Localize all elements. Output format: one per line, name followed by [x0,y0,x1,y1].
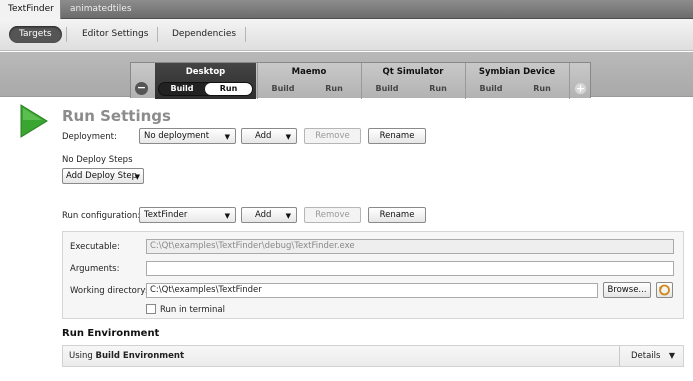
remove-target-icon[interactable]: − [135,82,148,95]
target-name: Symbian Device [478,67,556,77]
add-target-icon[interactable]: + [574,82,587,95]
run-play-icon [20,104,48,138]
deployment-label: Deployment: [62,132,117,142]
remove-deploy-config-button[interactable]: Remove [304,128,361,144]
dropdown-arrow-icon: ▼ [224,133,230,141]
dropdown-arrow-icon: ▼ [668,351,675,360]
project-tab-animatedtiles[interactable]: animatedtiles [62,0,140,19]
run-configuration-value: TextFinder [144,210,188,220]
target-maemo[interactable]: Maemo Build Run [258,63,360,99]
remove-run-config-button[interactable]: Remove [304,207,361,223]
target-selector: − Desktop Build Run Maemo Build Run Qt S… [130,62,591,99]
target-name: Maemo [291,67,327,77]
qt-simulator-build-button[interactable]: Build [362,82,412,96]
run-in-terminal-label: Run in terminal [160,305,225,315]
dropdown-arrow-icon: ▼ [224,212,230,220]
arguments-input[interactable] [146,261,674,276]
target-separator [569,63,570,99]
add-deploy-step-button[interactable]: Add Deploy Step ▼ [62,168,144,184]
mode-separator [157,27,158,42]
add-deploy-config-button[interactable]: Add ▼ [241,128,297,144]
executable-label: Executable: [70,242,120,252]
target-qt-simulator[interactable]: Qt Simulator Build Run [362,63,464,99]
arguments-label: Arguments: [70,264,120,274]
add-deploy-step-label: Add Deploy Step [66,171,137,181]
reset-directory-button[interactable] [656,282,673,298]
run-in-terminal-checkbox[interactable] [146,304,156,314]
details-button[interactable]: Details ▼ [621,346,683,366]
mode-editor-settings[interactable]: Editor Settings [72,26,158,43]
mode-targets[interactable]: Targets [9,26,62,43]
run-environment-bar: Using Build Environment Details ▼ [62,345,684,367]
maemo-run-button[interactable]: Run [309,82,359,96]
add-run-config-button[interactable]: Add ▼ [241,207,297,223]
run-environment-title: Run Environment [62,328,160,339]
dropdown-arrow-icon: ▼ [285,133,291,141]
run-configuration-combo[interactable]: TextFinder ▼ [139,207,236,223]
details-separator [619,346,620,366]
working-directory-label: Working directory: [70,286,148,296]
rename-deploy-config-button[interactable]: Rename [368,128,426,144]
desktop-run-button[interactable]: Run [205,83,252,95]
symbian-run-button[interactable]: Run [517,82,567,96]
executable-field[interactable]: C:\Qt\examples\TextFinder\debug\TextFind… [146,239,674,254]
run-settings-title: Run Settings [62,107,171,125]
rename-run-config-button[interactable]: Rename [368,207,426,223]
target-symbian-device[interactable]: Symbian Device Build Run [466,63,568,99]
project-tab-bar: TextFinder animatedtiles [0,0,693,19]
add-label: Add [255,131,272,141]
build-run-toggle: Build Run [158,82,253,96]
working-directory-input[interactable]: C:\Qt\examples\TextFinder [146,283,598,298]
mode-dependencies[interactable]: Dependencies [162,26,246,43]
no-deploy-steps-label: No Deploy Steps [62,155,133,165]
using-prefix: Using [69,351,96,361]
project-tab-textfinder[interactable]: TextFinder [0,0,61,19]
mode-separator [66,27,67,42]
deployment-combo[interactable]: No deployment ▼ [139,128,236,144]
target-desktop[interactable]: Desktop Build Run [155,63,256,99]
details-label: Details [631,351,661,361]
mode-separator [245,27,246,42]
desktop-build-button[interactable]: Build [159,83,205,95]
browse-button[interactable]: Browse... [603,282,651,298]
symbian-build-button[interactable]: Build [466,82,516,96]
target-name: Qt Simulator [382,67,444,77]
reset-icon [659,284,670,296]
deployment-value: No deployment [144,131,210,141]
maemo-build-button[interactable]: Build [258,82,308,96]
mode-bar: Targets Editor Settings Dependencies [0,19,693,51]
add-label: Add [255,210,272,220]
dropdown-arrow-icon: ▼ [134,173,140,181]
environment-summary: Using Build Environment [69,351,184,361]
run-configuration-label: Run configuration: [62,211,141,221]
environment-value: Build Environment [95,351,185,361]
dropdown-arrow-icon: ▼ [285,212,291,220]
target-name: Desktop [185,67,226,77]
qt-simulator-run-button[interactable]: Run [413,82,463,96]
